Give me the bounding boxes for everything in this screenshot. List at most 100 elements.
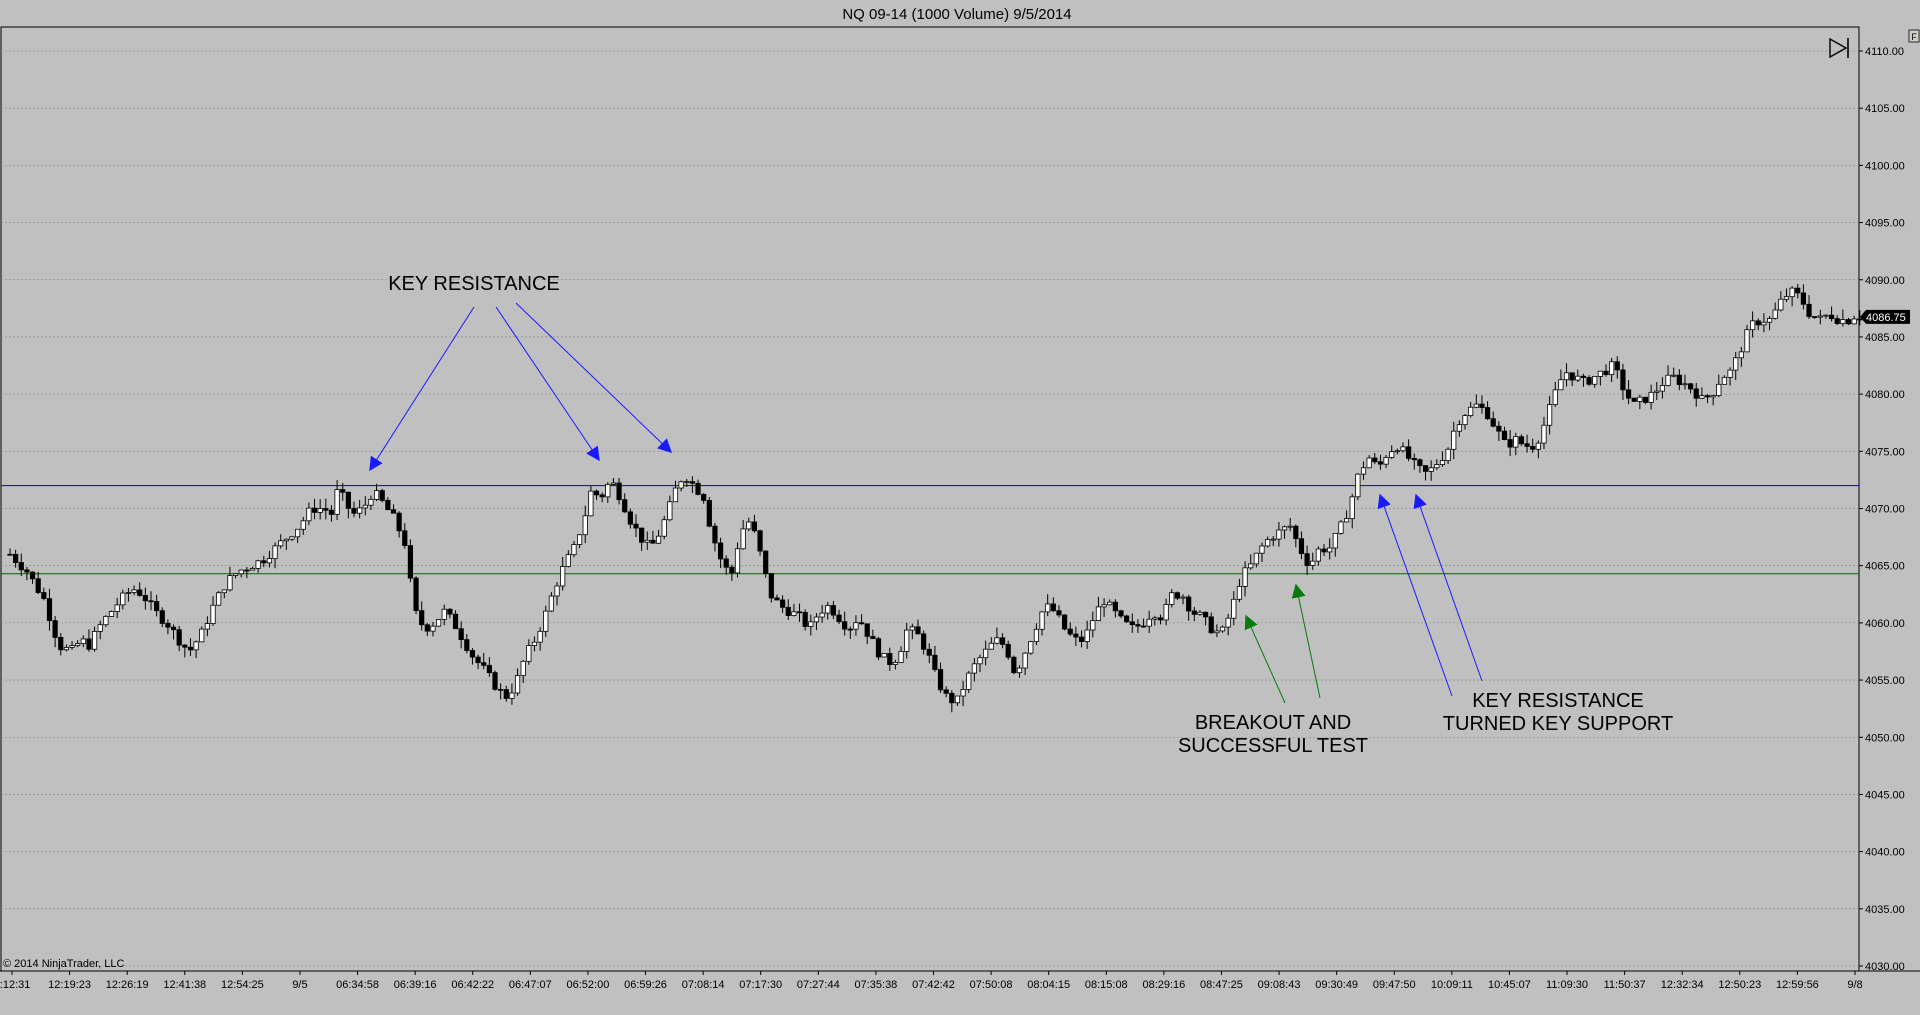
candle-body-up <box>520 660 526 677</box>
candle-body-down <box>875 638 882 658</box>
candle-body-down <box>1411 458 1417 461</box>
candle-body-up <box>514 675 521 694</box>
price-tick-label: 4075.00 <box>1865 446 1905 458</box>
candle-body-up <box>1659 385 1666 392</box>
candle-body-up <box>306 507 312 522</box>
candle-body-down <box>593 490 600 496</box>
candle-body-down <box>396 512 402 532</box>
candle-body-up <box>1180 596 1186 599</box>
candle-body-down <box>41 592 47 599</box>
candle-body-up <box>227 575 233 591</box>
candle-body-up <box>1699 395 1705 399</box>
candle-body-down <box>1693 388 1699 399</box>
candle-body-up <box>63 647 69 651</box>
candle-body-up <box>1851 318 1857 325</box>
candle-body-up <box>1016 667 1023 674</box>
candle-body-down <box>1479 403 1485 408</box>
candle-body-down <box>340 489 346 493</box>
candle-body-up <box>954 695 961 704</box>
candle-body-up <box>1451 430 1457 450</box>
candle-body-up <box>317 508 323 513</box>
candle <box>436 619 442 627</box>
candle <box>763 550 769 578</box>
price-tick-label: 4045.00 <box>1865 789 1905 801</box>
candle-body-down <box>627 511 633 525</box>
candle-body-down <box>870 635 876 640</box>
candle-body-down <box>1755 320 1761 326</box>
candle-body-down <box>622 499 628 513</box>
candle-body-down <box>836 614 842 623</box>
candle-body-down <box>1417 459 1423 467</box>
candle-body-down <box>424 624 430 632</box>
candle <box>1124 614 1130 624</box>
candle-body-down <box>1118 610 1124 617</box>
candle-body-up <box>983 648 989 659</box>
candle-body-up <box>1428 467 1434 472</box>
candle-body-down <box>1062 614 1068 630</box>
time-tick-label: 08:47:25 <box>1200 979 1243 991</box>
candle-body-down <box>1496 425 1502 432</box>
candle-body-down <box>1834 318 1840 324</box>
candle-body-up <box>1592 376 1598 385</box>
candle-body-up <box>1259 545 1265 554</box>
candle-body-down <box>86 638 92 650</box>
candle-body-up <box>746 521 752 530</box>
candle-body-up <box>1146 618 1152 627</box>
candle-body-down <box>58 637 64 651</box>
candle-body-down <box>261 560 267 564</box>
candle-body-up <box>678 481 684 489</box>
candle-body-up <box>1473 403 1479 408</box>
time-tick-label: 09:30:49 <box>1315 979 1358 991</box>
candle-body-down <box>154 601 160 612</box>
time-tick-label: 07:35:38 <box>854 979 897 991</box>
price-tick-label: 4040.00 <box>1865 847 1905 859</box>
candle-body-up <box>278 540 284 547</box>
candle-body-down <box>858 622 865 625</box>
candle-body-down <box>402 530 408 546</box>
candle-body-up <box>1817 315 1823 318</box>
candle <box>216 590 222 606</box>
candle-body-up <box>334 489 340 515</box>
candle-body-up <box>1225 617 1231 628</box>
annotation-breakout-line2: SUCCESSFUL TEST <box>1178 735 1368 757</box>
candle-body-down <box>1321 548 1327 553</box>
candle-body-up <box>791 611 797 616</box>
candle-body-up <box>1445 448 1451 461</box>
skip-to-end-icon[interactable] <box>1827 36 1851 60</box>
candle-body-down <box>1056 610 1062 616</box>
candle-body-up <box>1637 396 1643 402</box>
candle <box>768 573 774 603</box>
time-tick-label: 06:59:26 <box>624 979 667 991</box>
candle-body-down <box>887 653 893 665</box>
candle <box>379 488 385 503</box>
candle-body-up <box>994 637 1000 644</box>
price-chart[interactable]: NQ 09-14 (1000 Volume) 9/5/2014 4030.00 4… <box>0 0 1920 1015</box>
candle-body-down <box>1507 439 1513 448</box>
price-tick-label: 4105.00 <box>1865 103 1905 115</box>
time-tick-label: 10:09:11 <box>1431 979 1473 991</box>
candle-body-up <box>661 519 667 537</box>
candle-body-down <box>796 611 803 614</box>
time-tick-label: 12:32:34 <box>1661 979 1704 991</box>
candle-body-up <box>853 622 859 630</box>
candle-body-up <box>69 645 75 648</box>
candle-body-up <box>91 630 98 650</box>
candle <box>407 539 414 583</box>
candle-body-up <box>819 612 825 618</box>
candle-body-down <box>650 539 656 544</box>
candle <box>706 497 712 528</box>
candle-body-down <box>486 664 492 674</box>
candle-body-up <box>1163 604 1169 621</box>
candle-body-up <box>684 481 690 484</box>
candle-body-down <box>1135 624 1141 627</box>
corner-button[interactable]: F <box>1908 29 1920 43</box>
candle-body-down <box>481 662 487 666</box>
candle-body-down <box>1050 603 1056 612</box>
candle-body-down <box>830 605 836 616</box>
candle-body-down <box>1631 397 1637 402</box>
candle-body-down <box>1377 461 1384 465</box>
candle-body-down <box>921 633 927 650</box>
price-tick-label: 4100.00 <box>1865 160 1905 172</box>
candle-body-up <box>238 569 244 575</box>
candle-body-down <box>847 628 853 631</box>
